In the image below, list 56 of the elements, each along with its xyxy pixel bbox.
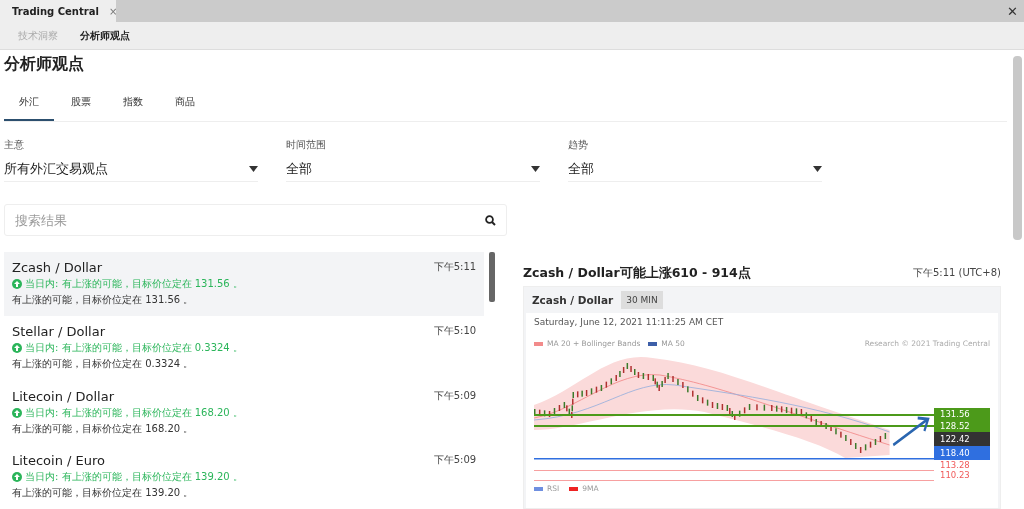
filter-label: 主意 <box>4 138 25 152</box>
up-arrow-circle-icon <box>12 407 22 418</box>
tab-close-button[interactable]: × <box>108 5 118 17</box>
chart-symbol: Zcash / Dollar <box>532 294 614 306</box>
price-level-label: 131.56 <box>934 408 990 420</box>
category-tab[interactable]: 股票 <box>56 90 106 121</box>
idea-list-item[interactable]: Zcash / Dollar 下午5:11 当日内: 有上涨的可能，目标价位定在 131.56 。 有上涨的可能，目标价位定在 131.56 。 <box>4 252 485 317</box>
price-level-label: 128.52 <box>934 420 990 432</box>
idea-timestamp: 下午5:11 (UTC+8) <box>913 266 1001 280</box>
window-tab[interactable]: Trading Central × <box>0 0 116 22</box>
price-level-label: 118.40 <box>934 446 990 460</box>
up-arrow-circle-icon <box>12 343 22 354</box>
section-tab[interactable]: 分析师观点 <box>80 28 130 43</box>
filter-dropdown[interactable]: 全部 <box>568 160 822 182</box>
trend-arrow <box>891 416 930 447</box>
search-field[interactable]: 搜索结果 <box>4 204 507 236</box>
idea-time: 下午5:09 <box>433 388 477 403</box>
scrollbar-thumb[interactable] <box>489 252 495 302</box>
idea-time: 下午5:11 <box>433 260 477 274</box>
idea-time: 下午5:10 <box>433 324 477 339</box>
idea-headline: 当日内: 有上涨的可能，目标价位定在 131.56 。 <box>25 277 243 291</box>
up-arrow-circle-icon <box>12 279 22 289</box>
idea-summary: 有上涨的可能，目标价位定在 131.56 。 <box>12 293 195 307</box>
instrument-name: Zcash / Dollar <box>12 260 103 275</box>
search-icon <box>485 214 496 226</box>
instrument-name: Litecoin / Euro <box>12 452 105 468</box>
idea-title: Zcash / Dollar可能上涨610 - 914点 <box>523 264 751 282</box>
filter-label: 时间范围 <box>286 138 327 152</box>
page-title: 分析师观点 <box>4 54 85 75</box>
filter-dropdown[interactable]: 全部 <box>286 160 540 182</box>
price-level-label: 113.28 <box>939 460 971 470</box>
idea-summary: 有上涨的可能，目标价位定在 168.20 。 <box>12 421 195 436</box>
caret-icon <box>813 166 822 172</box>
caret-icon <box>531 166 540 172</box>
chart-date: Saturday, June 12, 2021 11:11:25 AM CET <box>534 317 725 327</box>
filter-label: 趋势 <box>568 138 589 152</box>
price-level-label: 110.23 <box>939 470 971 480</box>
filter-dropdown[interactable]: 所有外汇交易观点 <box>4 160 258 182</box>
idea-headline: 当日内: 有上涨的可能，目标价位定在 0.3324 。 <box>25 341 243 356</box>
up-arrow-circle-icon <box>12 471 22 482</box>
close-button[interactable]: ✕ <box>1001 0 1024 22</box>
interval-badge: 30 MIN <box>621 291 663 309</box>
idea-headline: 当日内: 有上涨的可能，目标价位定在 168.20 。 <box>25 405 243 420</box>
instrument-name: Litecoin / Dollar <box>12 388 115 404</box>
price-level-label: 122.42 <box>934 432 990 446</box>
idea-summary: 有上涨的可能，目标价位定在 139.20 。 <box>12 485 195 500</box>
category-tab[interactable]: 指数 <box>108 90 158 121</box>
category-tab[interactable]: 外汇 <box>4 90 54 121</box>
instrument-name: Stellar / Dollar <box>12 324 106 340</box>
idea-time: 下午5:09 <box>433 452 477 467</box>
window-tab-title: Trading Central <box>12 5 99 17</box>
idea-headline: 当日内: 有上涨的可能，目标价位定在 139.20 。 <box>25 469 243 484</box>
idea-summary: 有上涨的可能，目标价位定在 0.3324 。 <box>12 357 195 372</box>
category-tab[interactable]: 商品 <box>160 90 210 121</box>
page-scrollbar-thumb[interactable] <box>1013 56 1022 240</box>
caret-icon <box>249 166 258 172</box>
